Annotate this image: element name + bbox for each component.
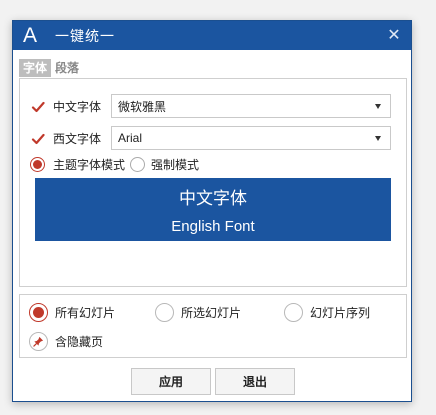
all-slides-option: 所有幻灯片: [29, 303, 115, 322]
scope-panel: 所有幻灯片 所选幻灯片 幻灯片序列 含隐藏页: [19, 294, 407, 358]
all-slides-label: 所有幻灯片: [55, 306, 116, 320]
force-mode-radio[interactable]: [130, 157, 146, 172]
preview-chinese-text: 中文字体: [179, 189, 247, 209]
chevron-down-icon: [375, 136, 381, 141]
window-title: 一键统一: [55, 28, 115, 45]
tab-font[interactable]: 字体: [19, 59, 52, 77]
preview-english-text: English Font: [171, 218, 255, 235]
checkmark-icon: [31, 101, 45, 112]
slide-sequence-option: 幻灯片序列: [284, 303, 370, 322]
app-logo-icon: A: [22, 23, 37, 47]
chevron-down-icon: [375, 104, 381, 109]
slide-sequence-radio[interactable]: [284, 303, 303, 322]
close-icon[interactable]: ✕: [385, 26, 403, 44]
font-settings-panel: 中文字体 微软雅黑 西文字体 Arial 主题字体模式 强制模式 中文字体 En…: [19, 78, 407, 287]
chinese-font-row: 中文字体: [31, 98, 101, 115]
font-mode-row: 主题字体模式 强制模式: [30, 156, 199, 173]
selected-slides-radio[interactable]: [155, 303, 174, 322]
apply-button[interactable]: 应用: [131, 368, 211, 395]
unify-dialog: A 一键统一 ✕ 字体 段落 中文字体 微软雅黑 西文字体 Arial 主题字体…: [12, 20, 412, 402]
western-font-select[interactable]: Arial: [111, 126, 391, 150]
title-bar[interactable]: A 一键统一 ✕: [13, 21, 411, 50]
western-font-label: 西文字体: [53, 132, 102, 146]
theme-font-mode-label: 主题字体模式: [53, 158, 126, 172]
chinese-font-label: 中文字体: [53, 100, 102, 114]
theme-font-mode-radio[interactable]: [30, 157, 45, 172]
chinese-font-select[interactable]: 微软雅黑: [111, 94, 391, 118]
all-slides-radio[interactable]: [29, 303, 48, 322]
western-font-row: 西文字体: [31, 130, 101, 147]
exit-button[interactable]: 退出: [215, 368, 295, 395]
western-font-value: Arial: [118, 131, 143, 145]
force-mode-label: 强制模式: [151, 158, 200, 172]
slide-sequence-label: 幻灯片序列: [310, 306, 371, 320]
font-preview: 中文字体 English Font: [35, 178, 391, 241]
selected-slides-option: 所选幻灯片: [155, 303, 241, 322]
include-hidden-toggle[interactable]: [29, 332, 48, 351]
western-font-checkbox[interactable]: [31, 132, 45, 146]
tab-paragraph[interactable]: 段落: [51, 59, 83, 77]
checkmark-icon: [31, 133, 45, 144]
include-hidden-label: 含隐藏页: [55, 335, 104, 349]
chinese-font-checkbox[interactable]: [31, 100, 45, 114]
chinese-font-value: 微软雅黑: [118, 99, 167, 114]
include-hidden-option: 含隐藏页: [29, 332, 103, 351]
tab-bar: 字体 段落: [19, 59, 83, 77]
pin-icon: [33, 336, 44, 347]
selected-slides-label: 所选幻灯片: [181, 306, 242, 320]
